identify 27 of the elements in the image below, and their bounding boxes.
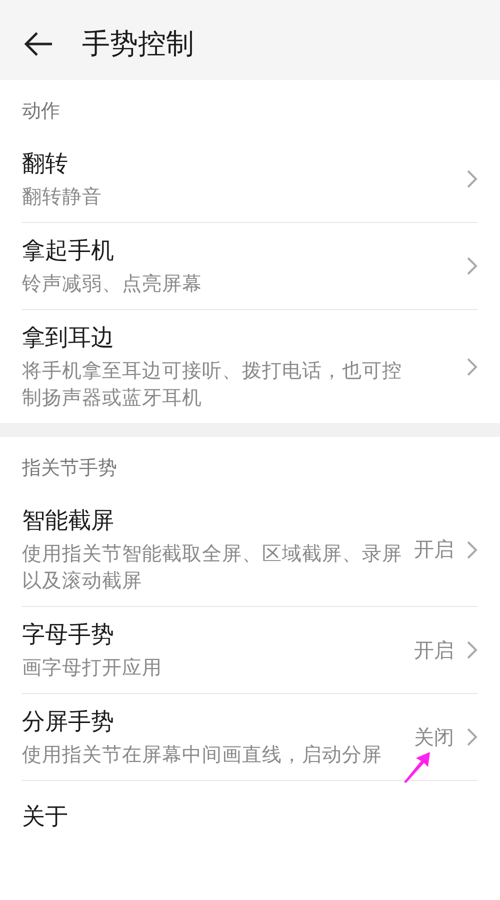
status-value: 开启 (414, 636, 454, 664)
item-title[interactable]: 字母手势 (22, 619, 402, 650)
chevron-right-icon[interactable] (466, 356, 478, 376)
item-description: 使用指关节智能截取全屏、区域截屏、录屏以及滚动截屏 (22, 541, 402, 594)
page-title: 手势控制 (82, 26, 194, 62)
section-title: 动作 (22, 99, 61, 124)
item-title[interactable]: 拿到耳边 (22, 322, 454, 353)
chevron-right-icon[interactable] (466, 640, 478, 660)
status-value: 关闭 (414, 724, 454, 750)
chevron-right-icon[interactable] (466, 256, 478, 276)
item-title[interactable]: 分屏手势 (22, 706, 402, 737)
item-description: 将手机拿至耳边可接听、拨打电话，也可控制扬声器或蓝牙耳机 (22, 358, 403, 411)
section-title: 指关节手势 (22, 456, 118, 481)
item-description: 铃声减弱、点亮屏幕 (22, 271, 203, 297)
item-title[interactable]: 智能截屏 (22, 505, 402, 536)
chevron-right-icon[interactable] (466, 540, 478, 560)
item-title[interactable]: 关于 (22, 800, 478, 832)
back-button[interactable] (24, 31, 54, 57)
back-arrow-icon (24, 31, 54, 57)
item-description: 使用指关节在屏幕中间画直线，启动分屏 (22, 742, 383, 768)
item-description: 翻转静音 (22, 184, 103, 210)
item-title[interactable]: 拿起手机 (22, 235, 454, 266)
chevron-right-icon[interactable] (466, 727, 478, 747)
item-title[interactable]: 翻转 (22, 148, 454, 179)
item-description: 画字母打开应用 (22, 655, 163, 681)
chevron-right-icon[interactable] (466, 169, 478, 189)
status-value: 开启 (414, 536, 454, 563)
